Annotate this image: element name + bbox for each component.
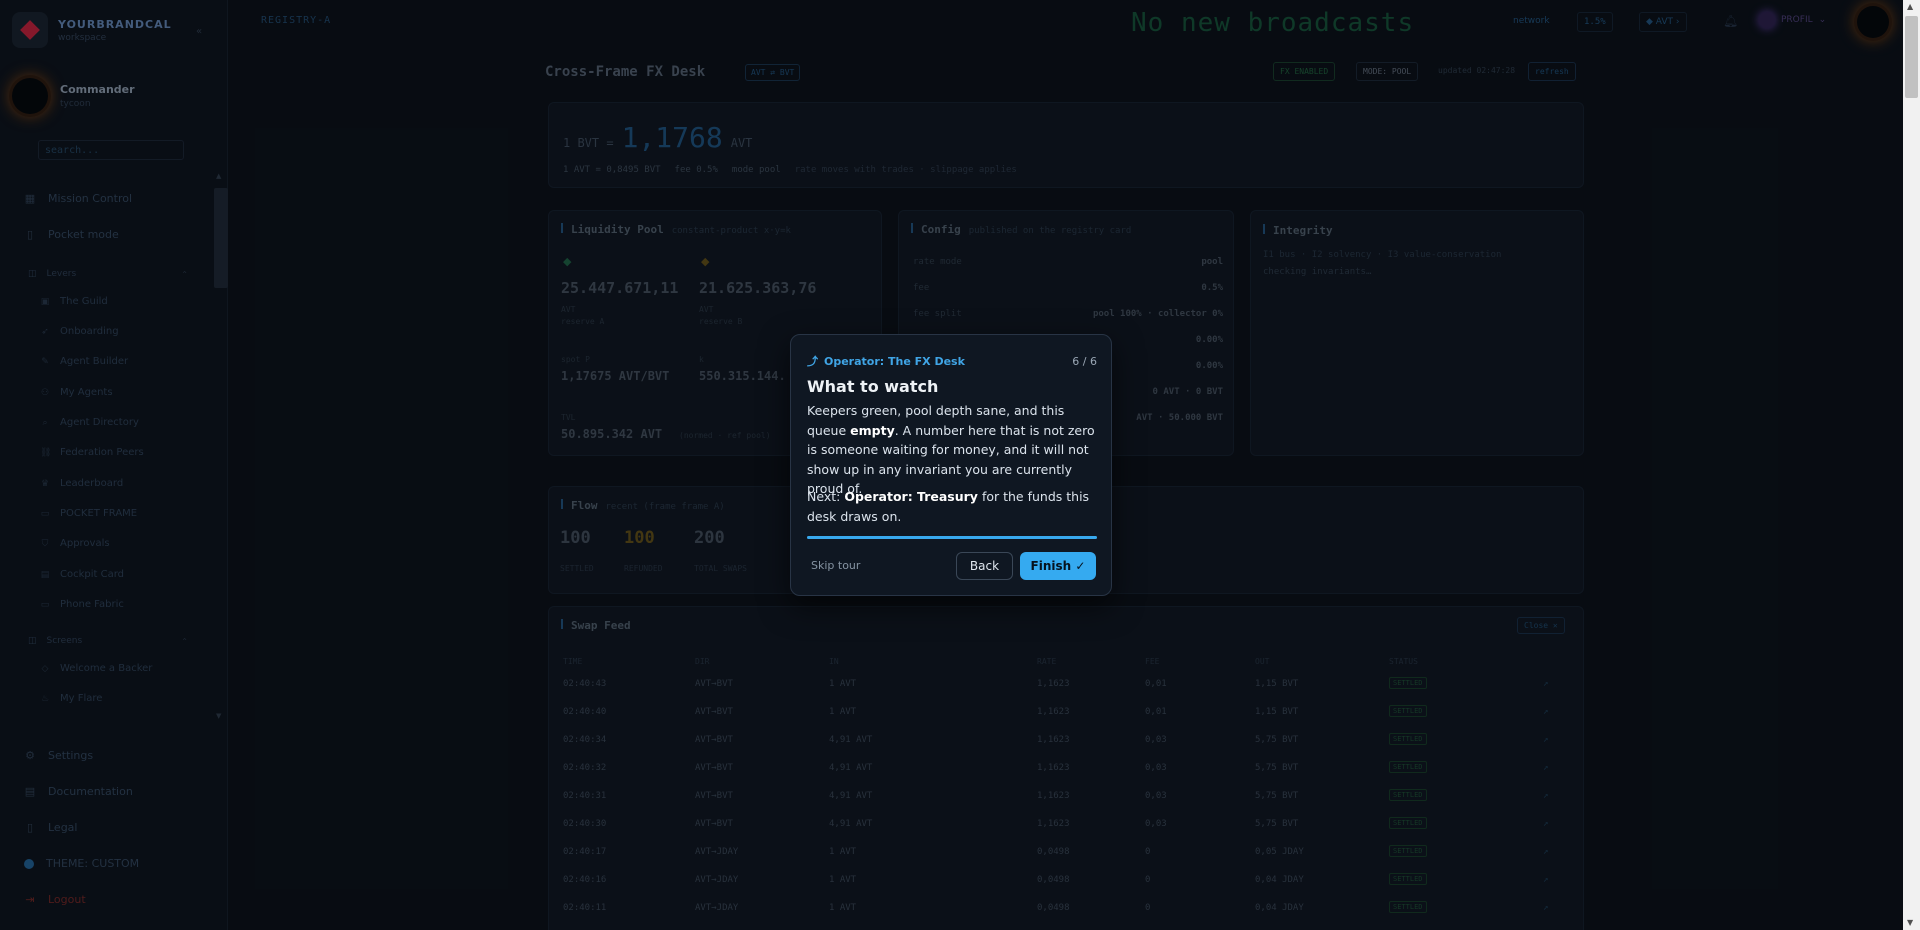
tour-header: ⤴ Operator: The FX Desk 6 / 6 [807, 353, 1097, 369]
tour-title: What to watch [807, 377, 939, 396]
back-button[interactable]: Back [956, 552, 1013, 580]
tour-eyebrow: ⤴ Operator: The FX Desk [807, 353, 965, 369]
app-root: YOURBRANDCAL workspace « Commander tycoo… [0, 0, 1920, 930]
tour-step-counter: 6 / 6 [1072, 354, 1097, 368]
tour-dialog: ⤴ Operator: The FX Desk 6 / 6 What to wa… [790, 334, 1112, 596]
tour-progress-fill [807, 536, 1097, 539]
skip-tour-button[interactable]: Skip tour [811, 559, 860, 572]
page-scroll-thumb[interactable] [1905, 16, 1918, 98]
tour-next-hint: Next: Operator: Treasury for the funds t… [807, 487, 1101, 526]
trend-icon: ⤴ [807, 355, 818, 368]
tour-body: Keepers green, pool depth sane, and this… [807, 401, 1101, 499]
page-scrollbar[interactable]: ▲ ▼ [1903, 0, 1920, 930]
finish-button[interactable]: Finish ✓ [1020, 552, 1096, 580]
scroll-up-icon[interactable]: ▲ [1907, 2, 1913, 11]
tour-next-prefix: Next: [807, 489, 841, 504]
tour-progress-bar [807, 536, 1097, 539]
tour-next-target: Operator: Treasury [844, 489, 978, 504]
tour-body-emphasis: empty [850, 422, 895, 438]
tour-eyebrow-label: Operator: The FX Desk [824, 354, 965, 368]
scroll-down-icon[interactable]: ▼ [1907, 918, 1913, 927]
